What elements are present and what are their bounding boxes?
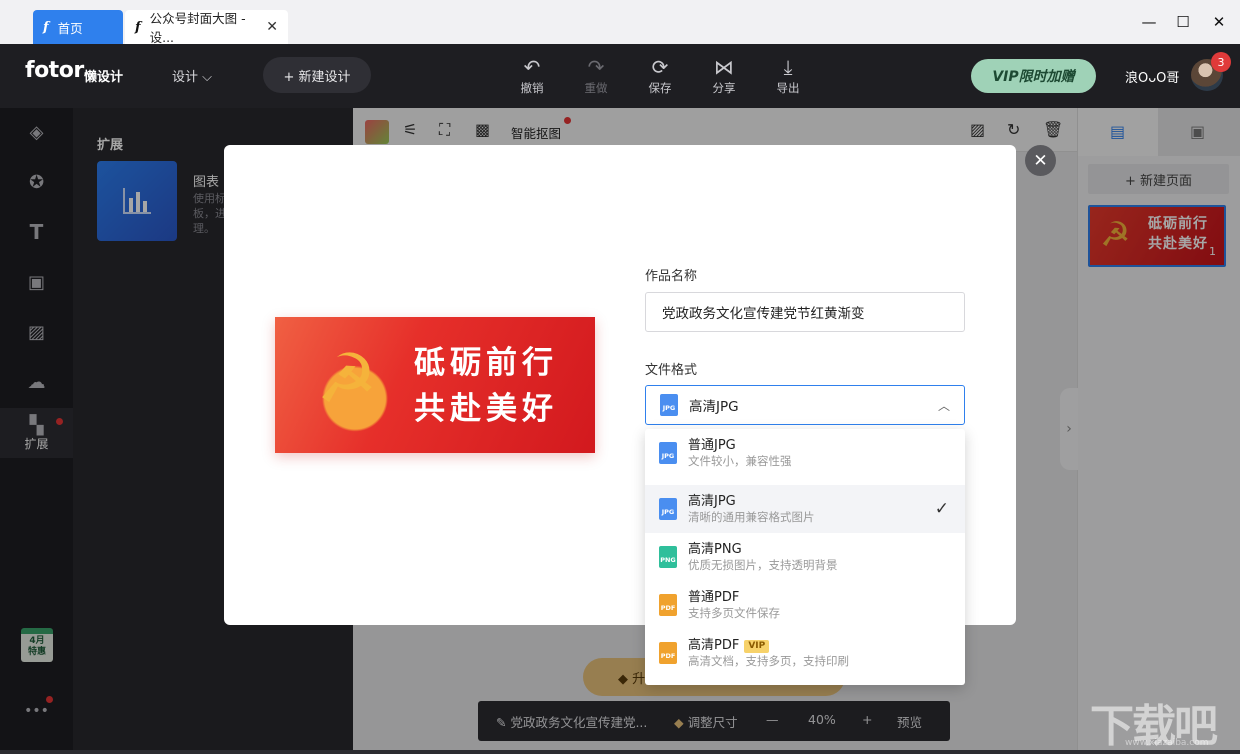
- option-description: 清晰的通用兼容格式图片: [688, 510, 815, 525]
- option-title: 高清PNG: [688, 541, 838, 558]
- format-option-normal-jpg[interactable]: JPG 普通JPG 文件较小，兼容性强: [645, 429, 965, 477]
- option-title: 普通PDF: [688, 589, 780, 606]
- option-title: 普通JPG: [688, 437, 792, 454]
- save-icon: ⟳: [652, 56, 669, 80]
- pdf-file-icon: PDF: [659, 594, 677, 616]
- undo-icon: ↶: [524, 56, 541, 80]
- vip-badge: VIP: [744, 640, 769, 653]
- jpg-file-icon: JPG: [659, 442, 677, 464]
- share-button[interactable]: ⋈ 分享: [702, 56, 746, 100]
- design-menu-dropdown[interactable]: 设计 ⌵: [172, 66, 212, 85]
- close-dialog-button[interactable]: ✕: [1025, 145, 1056, 176]
- undo-label: 撤销: [521, 80, 544, 96]
- share-label: 分享: [713, 80, 736, 96]
- notification-badge: 3: [1211, 52, 1231, 72]
- work-name-label: 作品名称: [645, 265, 697, 284]
- username[interactable]: 浪OᴗO哥: [1125, 67, 1179, 86]
- share-icon: ⋈: [714, 56, 734, 80]
- file-format-select[interactable]: JPG 高清JPG ︿: [645, 385, 965, 425]
- option-title: 高清JPG: [688, 493, 815, 510]
- work-name-input[interactable]: [645, 292, 965, 332]
- file-format-dropdown: JPG 普通JPG 文件较小，兼容性强 JPG 高清JPG 清晰的通用兼容格式图…: [645, 429, 965, 685]
- jpg-file-icon: JPG: [659, 498, 677, 520]
- logo-subtitle: 懒设计: [84, 66, 123, 85]
- save-button[interactable]: ⟳ 保存: [638, 56, 682, 100]
- option-title: 高清PDFVIP: [688, 637, 849, 654]
- tab-home[interactable]: f 首页: [33, 10, 123, 44]
- save-label: 保存: [649, 80, 672, 96]
- chevron-up-icon: ︿: [938, 397, 950, 414]
- pdf-file-icon: PDF: [659, 642, 677, 664]
- tab-home-label: 首页: [58, 18, 83, 37]
- download-icon: ⤓: [784, 56, 793, 80]
- vip-promo-button[interactable]: VIP限时加赠: [971, 59, 1096, 93]
- undo-button[interactable]: ↶ 撤销: [510, 56, 554, 100]
- redo-icon: ↷: [588, 56, 605, 80]
- export-button[interactable]: ⤓ 导出: [766, 56, 810, 100]
- new-design-button[interactable]: + 新建设计: [263, 57, 371, 93]
- fotor-favicon-icon: f: [43, 20, 49, 35]
- option-description: 优质无损图片，支持透明背景: [688, 558, 838, 573]
- fotor-logo[interactable]: fotor: [25, 58, 84, 83]
- png-file-icon: PNG: [659, 546, 677, 568]
- window-maximize-button[interactable]: ☐: [1170, 10, 1196, 34]
- option-description: 高清文档，支持多页，支持印刷: [688, 654, 849, 669]
- option-description: 支持多页文件保存: [688, 606, 780, 621]
- file-format-label: 文件格式: [645, 359, 697, 378]
- fotor-favicon-icon: f: [135, 20, 141, 35]
- option-description: 文件较小，兼容性强: [688, 454, 792, 469]
- format-option-hd-png[interactable]: PNG 高清PNG 优质无损图片，支持透明背景: [645, 533, 965, 581]
- redo-label: 重做: [585, 80, 608, 96]
- export-label: 导出: [777, 80, 800, 96]
- selected-format: 高清JPG: [689, 395, 739, 415]
- tab-close-icon[interactable]: ✕: [266, 19, 278, 35]
- check-icon: ✓: [935, 499, 949, 519]
- format-option-normal-pdf[interactable]: PDF 普通PDF 支持多页文件保存: [645, 581, 965, 629]
- tab-cover-design-label: 公众号封面大图 - 设...: [150, 8, 267, 46]
- format-option-hd-jpg[interactable]: JPG 高清JPG 清晰的通用兼容格式图片 ✓: [645, 485, 965, 533]
- jpg-file-icon: JPG: [660, 394, 678, 416]
- format-option-hd-pdf[interactable]: PDF 高清PDFVIP 高清文档，支持多页，支持印刷: [645, 629, 965, 677]
- site-watermark-url: www.xiazaiba.com: [1125, 738, 1209, 748]
- window-minimize-button[interactable]: —: [1136, 10, 1162, 34]
- window-close-button[interactable]: ✕: [1206, 10, 1232, 34]
- redo-button[interactable]: ↷ 重做: [574, 56, 618, 100]
- preview-slogan: 砥砺前行 共赴美好: [414, 340, 558, 432]
- tab-cover-design[interactable]: f 公众号封面大图 - 设... ✕: [125, 10, 288, 44]
- hammer-sickle-icon: ☭: [305, 338, 389, 422]
